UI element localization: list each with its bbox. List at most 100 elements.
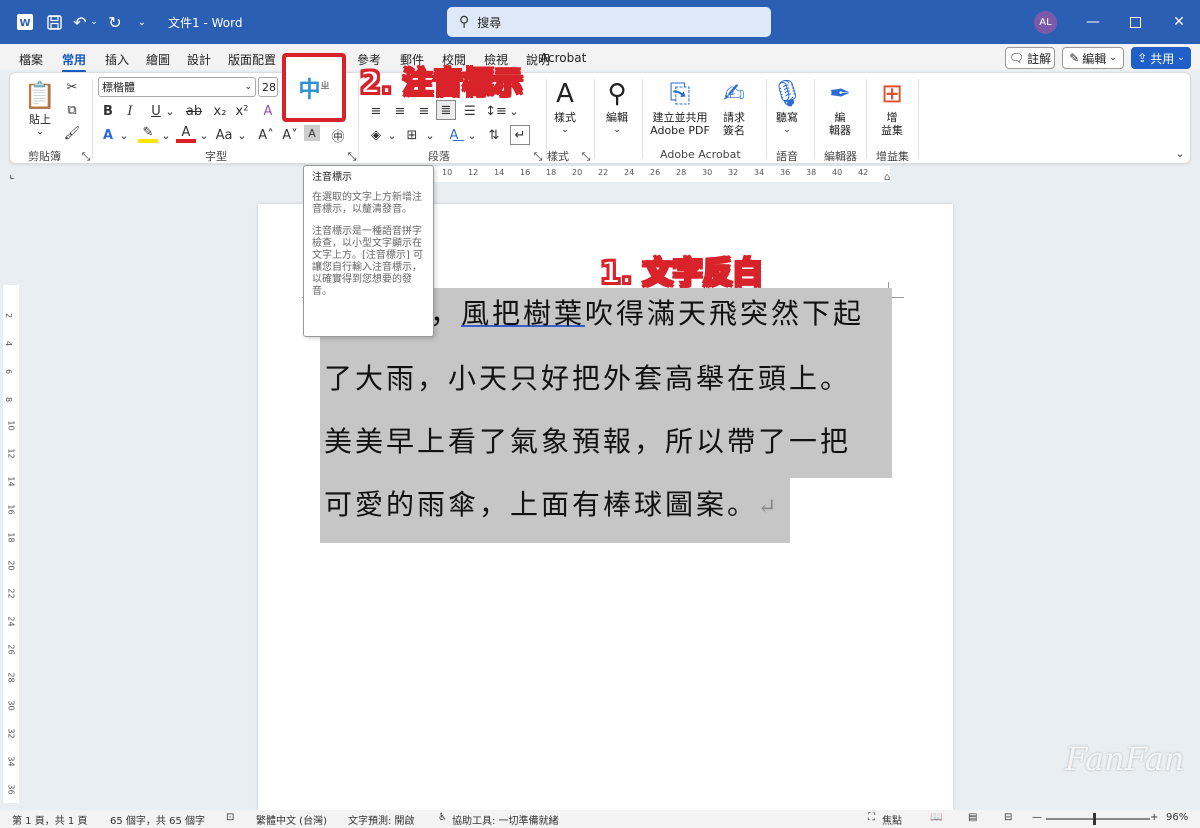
character-shading-icon[interactable]: A — [304, 125, 320, 141]
horizontal-ruler[interactable]: 10 12 14 16 18 20 22 24 26 28 30 32 34 3… — [366, 166, 890, 183]
paste-button[interactable]: 📋 貼上 ⌄ — [22, 79, 58, 139]
asian-layout-icon[interactable]: A͟ — [444, 125, 464, 145]
tab-acrobat[interactable]: Acrobat — [540, 51, 586, 65]
word-app-icon[interactable]: W — [14, 0, 36, 44]
line1-rest: 吹得滿天飛突然下起 — [585, 297, 865, 330]
create-pdf-button[interactable]: ⎘ 建立並共用 Adobe PDF — [648, 77, 712, 137]
align-center-icon[interactable]: ≡ — [390, 101, 410, 121]
styles-launcher-icon[interactable]: ⤡ — [576, 147, 596, 167]
dictate-button[interactable]: 🎙 聽寫 ⌄ — [771, 77, 804, 137]
save-icon[interactable] — [44, 0, 64, 44]
borders-dropdown-icon[interactable]: ⌄ — [420, 125, 440, 145]
show-formatting-marks-icon[interactable]: ↵ — [510, 125, 530, 145]
highlight-dropdown-icon[interactable]: ⌄ — [156, 125, 176, 145]
minimize-icon[interactable]: — — [1080, 0, 1106, 44]
undo-icon[interactable]: ↶ — [72, 0, 88, 44]
shading-dropdown-icon[interactable]: ⌄ — [382, 125, 402, 145]
tab-selector-icon[interactable]: ⌞ — [6, 168, 18, 181]
share-button[interactable]: ⇪ 共用 ⌄ — [1131, 47, 1191, 69]
zoom-slider[interactable] — [1046, 813, 1150, 825]
line-spacing-dropdown-icon[interactable]: ⌄ — [504, 101, 524, 121]
tab-design[interactable]: 設計 — [187, 51, 211, 68]
text-effects-dropdown-icon[interactable]: ⌄ — [114, 125, 134, 145]
line-spacing-icon[interactable]: ↕≡ — [485, 101, 507, 121]
document-line-1[interactable]: ，風把樹葉吹得滿天飛突然下起 — [430, 292, 864, 332]
clear-formatting-icon[interactable]: A — [258, 101, 278, 121]
collapse-ribbon-icon[interactable]: ⌄ — [1170, 143, 1190, 163]
close-icon[interactable]: ✕ — [1166, 0, 1192, 44]
request-signature-button[interactable]: ✍ 請求 簽名 — [716, 77, 752, 137]
italic-icon[interactable]: I — [120, 101, 140, 121]
zoom-level[interactable]: 96% — [1166, 812, 1188, 823]
shrink-font-icon[interactable]: A˅ — [280, 125, 300, 145]
subscript-icon[interactable]: x₂ — [210, 101, 230, 121]
vertical-ruler[interactable]: 2 4 6 8 10 12 14 16 18 20 22 24 26 28 30… — [3, 285, 19, 803]
maximize-icon[interactable] — [1122, 0, 1148, 44]
customize-qat-icon[interactable]: ⌄ — [136, 0, 148, 44]
ruler-number: 34 — [754, 168, 765, 177]
tab-file[interactable]: 檔案 — [19, 51, 43, 68]
document-line-4[interactable]: 可愛的雨傘，上面有棒球圖案。↵ — [324, 483, 779, 523]
change-case-icon[interactable]: Aa — [214, 125, 234, 145]
align-right-icon[interactable]: ≡ — [414, 101, 434, 121]
format-painter-icon[interactable]: 🖌 — [62, 123, 82, 143]
language-indicator[interactable]: 繁體中文 (台灣) — [256, 812, 327, 827]
proofing-icon[interactable]: ⊡ — [226, 812, 234, 823]
sort-icon[interactable]: ⇅ — [484, 125, 504, 145]
editing-mode-button[interactable]: ✎ 編輯 ⌄ — [1062, 47, 1124, 69]
underline-dropdown-icon[interactable]: ⌄ — [160, 101, 180, 121]
distributed-icon[interactable]: ☰ — [460, 101, 480, 121]
borders-icon[interactable]: ⊞ — [402, 125, 422, 145]
document-line-2[interactable]: 了大雨，小天只好把外套高舉在頭上。 — [324, 357, 851, 397]
editor-button[interactable]: ✒ 編 輯器 — [822, 77, 858, 137]
enclose-characters-icon[interactable]: ㊥ — [328, 125, 348, 145]
bold-icon[interactable]: B — [98, 101, 118, 121]
accessibility-icon[interactable]: ♿ — [438, 812, 447, 823]
highlight-icon[interactable]: ✎ — [138, 125, 158, 143]
clipboard-launcher-icon[interactable]: ⤡ — [76, 147, 96, 167]
cut-icon[interactable]: ✂ — [62, 77, 82, 97]
tab-layout[interactable]: 版面配置 — [228, 51, 276, 68]
change-case-dropdown-icon[interactable]: ⌄ — [232, 125, 252, 145]
zoom-out-icon[interactable]: — — [1032, 812, 1042, 823]
tab-insert[interactable]: 插入 — [105, 51, 129, 68]
redo-icon[interactable]: ↻ — [106, 0, 124, 44]
avatar[interactable]: AL — [1034, 11, 1057, 34]
asian-layout-dropdown-icon[interactable]: ⌄ — [462, 125, 482, 145]
focus-label[interactable]: 焦點 — [882, 812, 902, 827]
add-ins-button[interactable]: ⊞ 增 益集 — [874, 77, 910, 137]
web-layout-icon[interactable]: ⊟ — [1004, 812, 1012, 823]
zoom-in-icon[interactable]: + — [1150, 812, 1158, 823]
editing-button[interactable]: ⚲ 編輯 ⌄ — [602, 77, 632, 137]
read-mode-icon[interactable]: 📖 — [930, 812, 942, 823]
print-layout-icon[interactable]: ▤ — [968, 812, 977, 823]
search-box[interactable]: ⚲ 搜尋 — [447, 7, 771, 37]
justify-icon[interactable]: ≣ — [436, 100, 456, 120]
align-left-icon[interactable]: ≡ — [366, 101, 386, 121]
page-count[interactable]: 第 1 頁，共 1 頁 — [12, 812, 87, 827]
zoom-slider-thumb[interactable] — [1093, 813, 1096, 825]
superscript-icon[interactable]: x² — [232, 101, 252, 121]
text-prediction[interactable]: 文字預測: 開啟 — [348, 812, 415, 827]
word-count[interactable]: 65 個字，共 65 個字 — [110, 812, 205, 827]
font-name-select[interactable]: 標楷體 ⌄ — [98, 77, 256, 97]
comments-button[interactable]: 🗨 註解 — [1005, 47, 1055, 69]
font-launcher-icon[interactable]: ⤡ — [342, 147, 362, 167]
document-line-3[interactable]: 美美早上看了氣象預報，所以帶了一把 — [324, 420, 851, 460]
paragraph-launcher-icon[interactable]: ⤡ — [528, 147, 548, 167]
styles-button[interactable]: A 樣式 ⌄ — [550, 77, 580, 137]
focus-icon[interactable]: ⛶ — [868, 812, 875, 823]
undo-dropdown-icon[interactable]: ⌄ — [89, 0, 99, 44]
tab-draw[interactable]: 繪圖 — [146, 51, 170, 68]
vruler-number: 36 — [6, 784, 16, 795]
strikethrough-icon[interactable]: ab — [184, 101, 204, 121]
font-color-icon[interactable]: A — [176, 125, 196, 143]
font-color-dropdown-icon[interactable]: ⌄ — [194, 125, 214, 145]
font-size-select[interactable]: 28 — [258, 77, 278, 97]
copy-icon[interactable]: ⧉ — [62, 100, 82, 120]
accessibility-status[interactable]: 協助工具: 一切準備就緒 — [452, 812, 559, 827]
phonetic-guide-button[interactable]: 中ㄓ — [282, 53, 346, 122]
tab-home[interactable]: 常用 — [62, 51, 87, 73]
right-indent-marker-icon[interactable]: ⌂ — [884, 172, 890, 183]
grow-font-icon[interactable]: A˄ — [256, 125, 276, 145]
